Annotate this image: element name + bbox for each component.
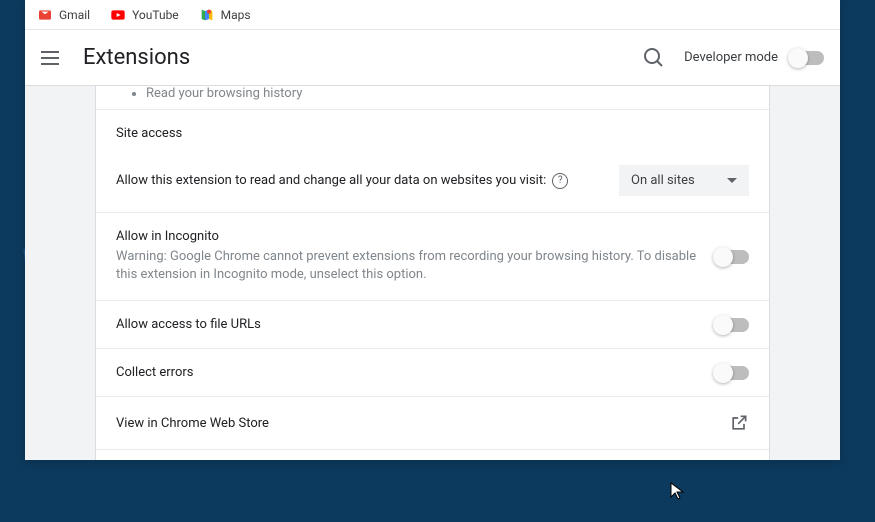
page-title: Extensions — [83, 45, 642, 70]
site-access-title: Site access — [96, 110, 769, 149]
web-store-title: View in Chrome Web Store — [116, 416, 729, 431]
menu-icon[interactable] — [41, 46, 65, 70]
external-link-icon — [729, 413, 749, 433]
permission-item: Read your browsing history — [146, 86, 749, 101]
bookmark-maps[interactable]: Maps — [199, 7, 251, 23]
site-access-section: Allow this extension to read and change … — [96, 149, 769, 213]
gmail-icon — [37, 7, 53, 23]
developer-mode-label: Developer mode — [684, 50, 778, 65]
collect-errors-toggle[interactable] — [715, 366, 749, 380]
incognito-section: Allow in Incognito Warning: Google Chrom… — [96, 213, 769, 301]
bookmarks-bar: Gmail YouTube Maps — [25, 0, 840, 30]
bookmark-label: Maps — [221, 8, 251, 22]
browser-window: Gmail YouTube Maps Extensions Developer … — [25, 0, 840, 460]
dropdown-value: On all sites — [631, 173, 695, 188]
bookmark-youtube[interactable]: YouTube — [110, 7, 179, 23]
collect-errors-title: Collect errors — [116, 365, 715, 380]
incognito-title: Allow in Incognito — [116, 229, 715, 244]
collect-errors-section: Collect errors — [96, 349, 769, 397]
bookmark-gmail[interactable]: Gmail — [37, 7, 90, 23]
incognito-toggle[interactable] — [715, 250, 749, 264]
permissions-section: Read your browsing history — [96, 86, 769, 110]
content-area[interactable]: Read your browsing history Site access A… — [25, 86, 840, 460]
help-icon[interactable]: ? — [552, 173, 568, 189]
site-access-dropdown[interactable]: On all sites — [619, 165, 749, 196]
bookmark-label: YouTube — [132, 8, 179, 22]
extension-detail-card: Read your browsing history Site access A… — [95, 86, 770, 460]
maps-icon — [199, 7, 215, 23]
search-icon[interactable] — [642, 46, 666, 70]
extensions-header: Extensions Developer mode — [25, 30, 840, 86]
file-urls-section: Allow access to file URLs — [96, 301, 769, 349]
source-section: Source — [96, 450, 769, 460]
mouse-cursor-icon — [670, 482, 686, 502]
file-urls-toggle[interactable] — [715, 318, 749, 332]
web-store-section[interactable]: View in Chrome Web Store — [96, 397, 769, 450]
youtube-icon — [110, 7, 126, 23]
site-access-description: Allow this extension to read and change … — [116, 173, 546, 188]
file-urls-title: Allow access to file URLs — [116, 317, 715, 332]
bookmark-label: Gmail — [59, 8, 90, 22]
incognito-description: Warning: Google Chrome cannot prevent ex… — [116, 248, 715, 284]
chevron-down-icon — [727, 178, 737, 183]
developer-mode-toggle[interactable] — [790, 51, 824, 65]
